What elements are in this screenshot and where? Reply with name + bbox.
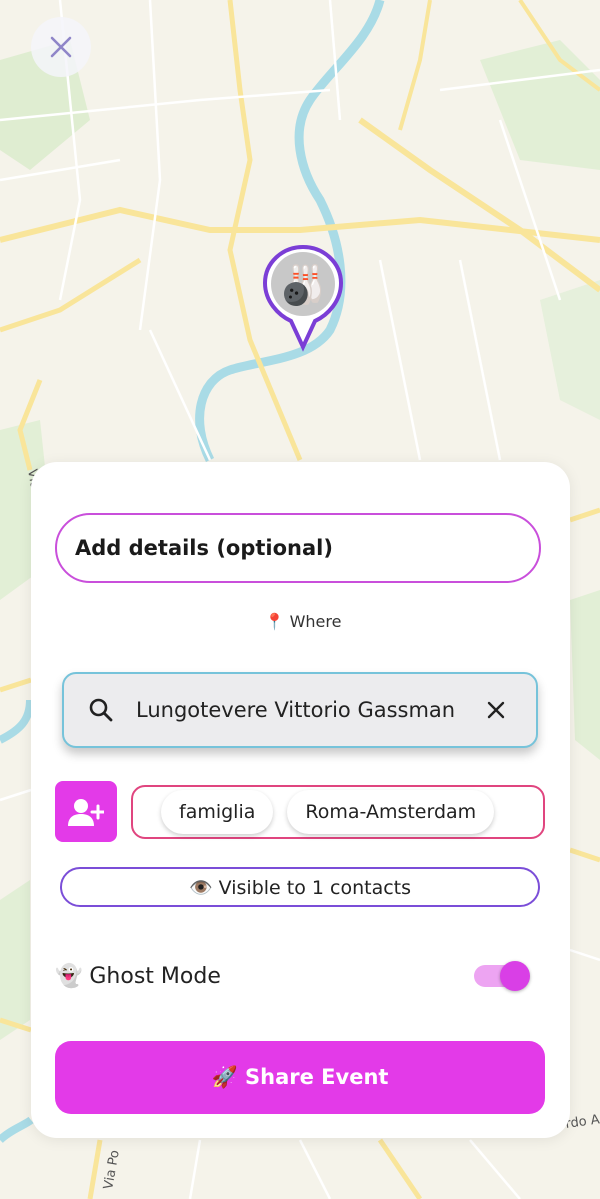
visibility-badge[interactable]: 👁️ Visible to 1 contacts bbox=[60, 867, 540, 907]
where-text: Where bbox=[289, 612, 342, 631]
add-contact-button[interactable] bbox=[55, 781, 117, 842]
location-search-input[interactable] bbox=[136, 698, 476, 722]
ghost-mode-label: 👻 Ghost Mode bbox=[55, 963, 221, 989]
ghost-mode-toggle[interactable] bbox=[474, 959, 532, 993]
group-chip[interactable]: famiglia bbox=[161, 790, 274, 834]
group-chip[interactable]: Roma-Amsterdam bbox=[287, 790, 495, 834]
share-event-button[interactable]: 🚀 Share Event bbox=[55, 1041, 545, 1114]
close-button[interactable] bbox=[31, 17, 91, 77]
clear-search-icon[interactable] bbox=[484, 698, 508, 722]
toggle-knob bbox=[500, 961, 530, 991]
add-details-field[interactable]: Add details (optional) bbox=[55, 513, 541, 583]
close-icon bbox=[50, 36, 72, 58]
search-icon bbox=[89, 698, 113, 722]
event-sheet: Add details (optional) 📍 Where famiglia … bbox=[31, 462, 570, 1138]
add-details-label: Add details (optional) bbox=[75, 536, 333, 560]
pin-emoji-icon: 📍 bbox=[264, 612, 285, 631]
ghost-mode-row: 👻 Ghost Mode bbox=[55, 954, 535, 998]
bowling-icon: 🎳 bbox=[279, 263, 327, 307]
event-location-pin[interactable]: 🎳 bbox=[261, 243, 345, 353]
add-person-icon bbox=[68, 798, 104, 826]
location-search-box[interactable] bbox=[62, 672, 538, 748]
where-label: 📍 Where bbox=[31, 612, 575, 631]
group-chip-list: famiglia Roma-Amsterdam bbox=[131, 785, 545, 839]
